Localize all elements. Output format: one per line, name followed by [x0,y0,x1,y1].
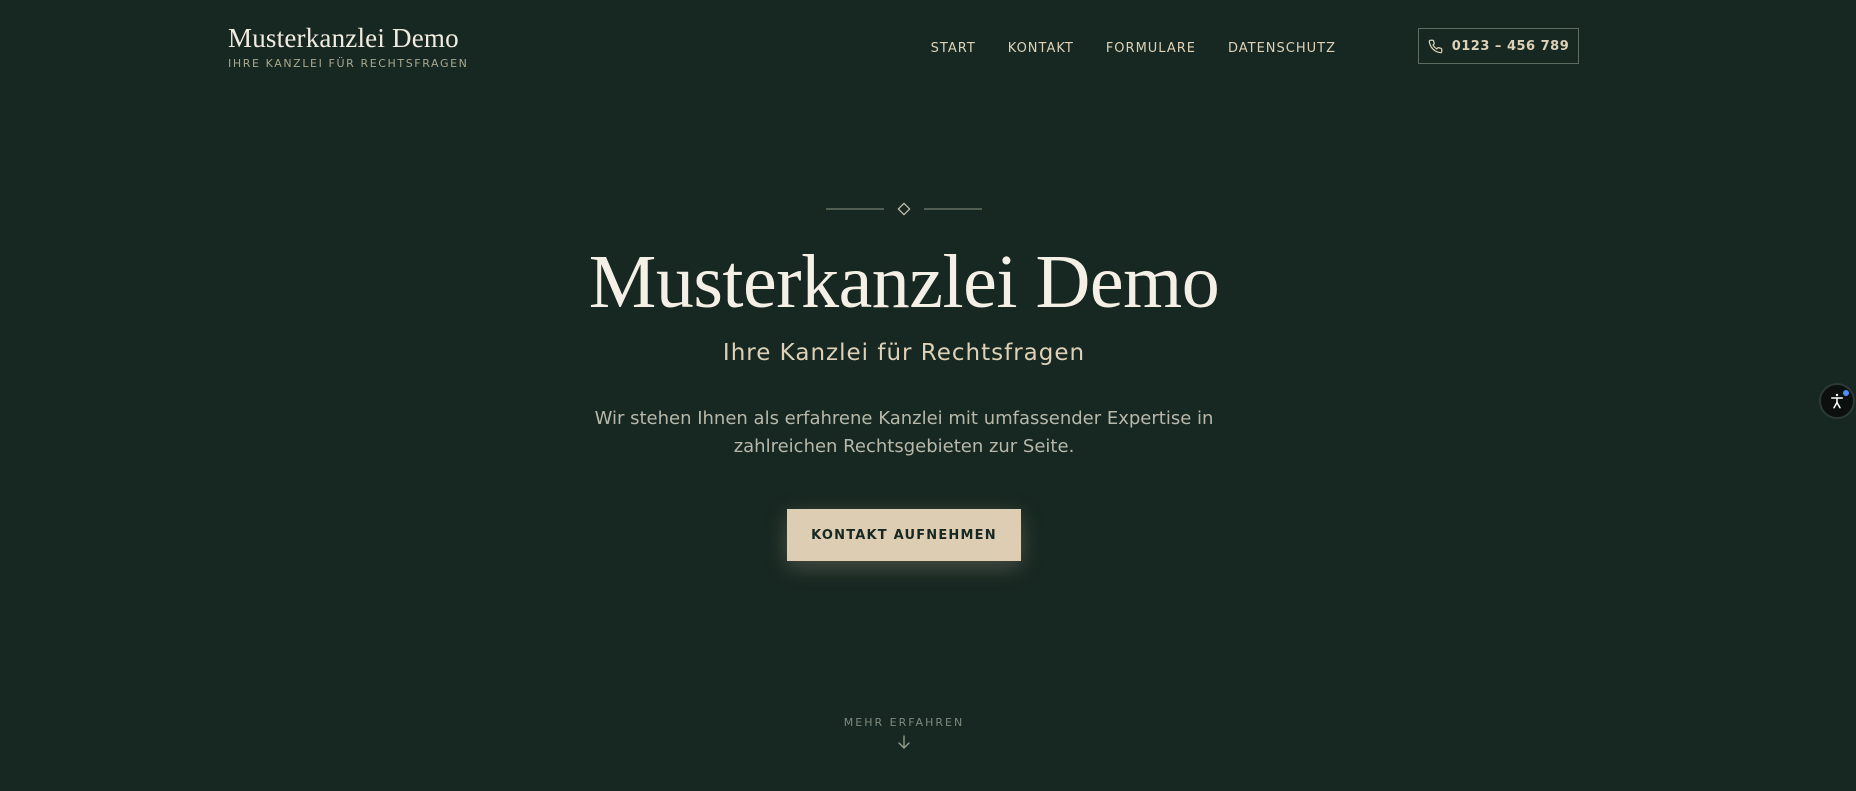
hero-subtitle: Ihre Kanzlei für Rechtsfragen [722,340,1086,366]
brand-title[interactable]: Musterkanzlei Demo [228,22,468,54]
nav-item-datenschutz[interactable]: DATENSCHUTZ [1228,41,1336,56]
hero-description: Wir stehen Ihnen als erfahrene Kanzlei m… [594,408,1214,457]
accessibility-button[interactable] [1819,383,1855,419]
phone-number: 0123 – 456 789 [1451,38,1570,54]
nav-item-kontakt[interactable]: KONTAKT [1008,41,1074,56]
nav-item-formulare[interactable]: FORMULARE [1106,41,1196,56]
hero-title: Musterkanzlei Demo [588,240,1220,324]
scroll-label: MEHR ERFAHREN [843,716,965,729]
scroll-hint[interactable]: MEHR ERFAHREN [0,716,1808,750]
contact-cta-button[interactable]: KONTAKT AUFNEHMEN [787,509,1021,561]
brand[interactable]: Musterkanzlei Demo IHRE KANZLEI FÜR RECH… [228,22,468,70]
phone-icon [1428,39,1443,53]
nav-item-start[interactable]: START [931,41,976,56]
brand-tagline: IHRE KANZLEI FÜR RECHTSFRAGEN [228,57,469,70]
page: Musterkanzlei Demo IHRE KANZLEI FÜR RECH… [0,0,1856,791]
phone-button[interactable]: 0123 – 456 789 [1418,28,1579,64]
ornament-divider [826,202,982,216]
accessibility-status-dot [1843,390,1849,396]
arrow-down-icon [898,735,910,749]
main-nav: START KONTAKT FORMULARE DATENSCHUTZ [931,28,1336,68]
